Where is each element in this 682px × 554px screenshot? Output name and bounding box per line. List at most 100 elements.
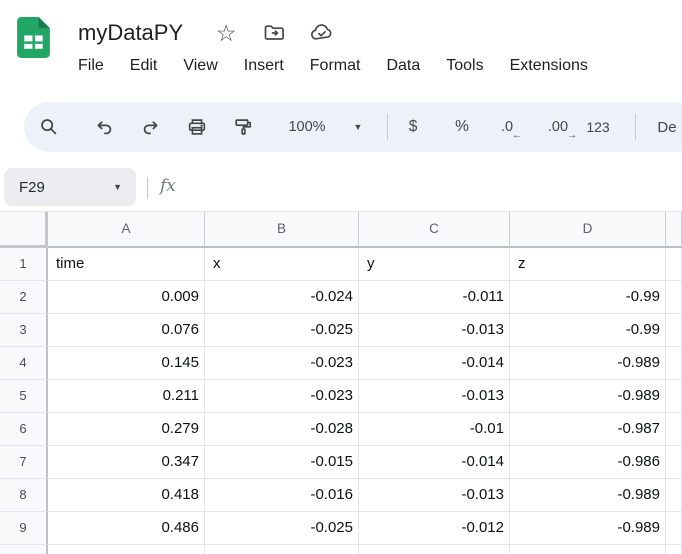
cell[interactable]: 0.347 bbox=[48, 446, 205, 479]
cell[interactable]: -0.014 bbox=[359, 446, 510, 479]
formula-input[interactable] bbox=[190, 168, 682, 206]
cell[interactable]: -0.012 bbox=[359, 512, 510, 545]
zoom-select[interactable]: 100% bbox=[286, 102, 328, 152]
print-icon[interactable] bbox=[185, 102, 209, 152]
format-currency-button[interactable]: $ bbox=[405, 102, 421, 152]
cell[interactable]: y bbox=[359, 248, 510, 281]
cell[interactable]: 0.486 bbox=[48, 512, 205, 545]
sheets-logo-icon[interactable] bbox=[17, 17, 50, 58]
cell[interactable] bbox=[666, 248, 682, 281]
cell[interactable]: -0.014 bbox=[359, 347, 510, 380]
cell[interactable]: 0.211 bbox=[48, 380, 205, 413]
decrease-decimal-button[interactable]: .0← bbox=[495, 102, 519, 152]
row-number[interactable]: 9 bbox=[0, 512, 48, 545]
cell[interactable] bbox=[666, 380, 682, 413]
cell[interactable]: 0.279 bbox=[48, 413, 205, 446]
cell[interactable]: -0.99 bbox=[510, 281, 666, 314]
format-percent-button[interactable]: % bbox=[452, 102, 472, 152]
cell[interactable] bbox=[666, 479, 682, 512]
cell[interactable]: -0.013 bbox=[359, 380, 510, 413]
cell[interactable]: -0.025 bbox=[205, 512, 359, 545]
menu-extensions[interactable]: Extensions bbox=[510, 57, 588, 75]
select-all-corner[interactable] bbox=[0, 212, 48, 248]
redo-icon[interactable] bbox=[138, 102, 162, 152]
row-number[interactable]: 8 bbox=[0, 479, 48, 512]
cell[interactable]: 0.009 bbox=[48, 281, 205, 314]
row-number[interactable]: 2 bbox=[0, 281, 48, 314]
title-bar: myDataPY ☆ bbox=[78, 16, 357, 50]
cell[interactable] bbox=[666, 446, 682, 479]
formula-bar-divider bbox=[147, 177, 148, 199]
cell[interactable]: z bbox=[510, 248, 666, 281]
cell[interactable]: -0.023 bbox=[205, 380, 359, 413]
column-header-c[interactable]: C bbox=[359, 212, 510, 248]
cell[interactable]: time bbox=[48, 248, 205, 281]
menu-insert[interactable]: Insert bbox=[244, 57, 284, 75]
toolbar-divider bbox=[387, 114, 388, 140]
cell[interactable]: -0.013 bbox=[359, 479, 510, 512]
zoom-caret-icon[interactable]: ▼ bbox=[350, 102, 366, 152]
cell[interactable]: -0.989 bbox=[510, 380, 666, 413]
more-formats-button[interactable]: 123 bbox=[582, 102, 614, 152]
row-number[interactable]: 3 bbox=[0, 314, 48, 347]
cell[interactable] bbox=[666, 281, 682, 314]
cell[interactable]: -0.989 bbox=[510, 347, 666, 380]
font-select[interactable]: De bbox=[652, 102, 682, 152]
column-header-e-clipped[interactable] bbox=[666, 212, 682, 248]
cell[interactable] bbox=[666, 314, 682, 347]
cell[interactable]: 0.145 bbox=[48, 347, 205, 380]
cloud-saved-icon[interactable] bbox=[309, 20, 335, 46]
name-box-caret-icon[interactable]: ▼ bbox=[113, 182, 122, 192]
cell[interactable] bbox=[666, 512, 682, 545]
cell[interactable]: -0.025 bbox=[205, 314, 359, 347]
table-row: 40.145-0.023-0.014-0.989 bbox=[0, 347, 682, 380]
cell[interactable]: -0.023 bbox=[205, 347, 359, 380]
cell[interactable]: x bbox=[205, 248, 359, 281]
toolbar: 100% ▼ $ % .0← .00→ 123 De bbox=[24, 102, 682, 152]
menu-file[interactable]: File bbox=[78, 57, 104, 75]
table-row: 20.009-0.024-0.011-0.99 bbox=[0, 281, 682, 314]
menu-edit[interactable]: Edit bbox=[130, 57, 158, 75]
row-number[interactable]: 1 bbox=[0, 248, 48, 281]
cell[interactable] bbox=[666, 347, 682, 380]
right-arrow-icon: → bbox=[567, 130, 577, 141]
cell[interactable]: -0.024 bbox=[205, 281, 359, 314]
menu-view[interactable]: View bbox=[183, 57, 217, 75]
cell[interactable]: -0.987 bbox=[510, 413, 666, 446]
row-number[interactable]: 7 bbox=[0, 446, 48, 479]
cell[interactable]: -0.016 bbox=[205, 479, 359, 512]
menu-bar: File Edit View Insert Format Data Tools … bbox=[78, 57, 588, 75]
cell[interactable]: -0.01 bbox=[359, 413, 510, 446]
column-header-a[interactable]: A bbox=[48, 212, 205, 248]
row-number[interactable]: 4 bbox=[0, 347, 48, 380]
cell[interactable]: -0.99 bbox=[510, 314, 666, 347]
cell[interactable] bbox=[666, 413, 682, 446]
move-to-folder-icon[interactable] bbox=[261, 20, 287, 46]
cell[interactable]: -0.015 bbox=[205, 446, 359, 479]
column-header-d[interactable]: D bbox=[510, 212, 666, 248]
name-box[interactable]: F29 ▼ bbox=[4, 168, 136, 206]
star-icon[interactable]: ☆ bbox=[213, 20, 239, 46]
paint-format-icon[interactable] bbox=[232, 102, 256, 152]
row-number[interactable]: 6 bbox=[0, 413, 48, 446]
cell[interactable]: 0.076 bbox=[48, 314, 205, 347]
increase-decimal-button[interactable]: .00→ bbox=[543, 102, 573, 152]
grid-rows: 1timexyz20.009-0.024-0.011-0.9930.076-0.… bbox=[0, 248, 682, 554]
column-header-b[interactable]: B bbox=[205, 212, 359, 248]
undo-icon[interactable] bbox=[93, 102, 117, 152]
table-row: 80.418-0.016-0.013-0.989 bbox=[0, 479, 682, 512]
cell[interactable]: -0.011 bbox=[359, 281, 510, 314]
menu-data[interactable]: Data bbox=[386, 57, 420, 75]
cell[interactable]: -0.986 bbox=[510, 446, 666, 479]
row-number[interactable]: 5 bbox=[0, 380, 48, 413]
menu-format[interactable]: Format bbox=[310, 57, 361, 75]
cell[interactable]: -0.989 bbox=[510, 512, 666, 545]
cell[interactable]: -0.013 bbox=[359, 314, 510, 347]
menu-tools[interactable]: Tools bbox=[446, 57, 483, 75]
cell[interactable]: 0.418 bbox=[48, 479, 205, 512]
left-arrow-icon: ← bbox=[512, 130, 522, 141]
search-icon[interactable] bbox=[37, 102, 61, 152]
doc-title[interactable]: myDataPY bbox=[78, 20, 183, 46]
cell[interactable]: -0.989 bbox=[510, 479, 666, 512]
cell[interactable]: -0.028 bbox=[205, 413, 359, 446]
